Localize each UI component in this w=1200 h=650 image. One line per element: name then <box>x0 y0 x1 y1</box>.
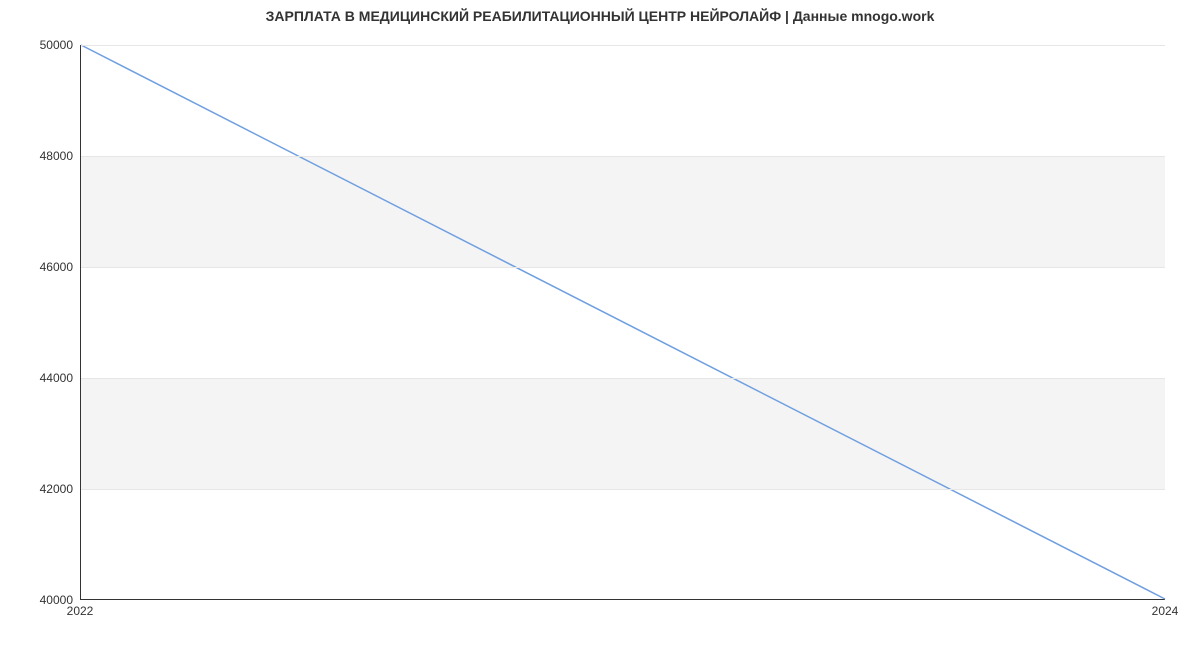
gridline <box>81 156 1165 157</box>
gridline <box>81 267 1165 268</box>
plot-area <box>80 45 1165 600</box>
x-tick-label: 2024 <box>1152 604 1179 618</box>
chart-title: ЗАРПЛАТА В МЕДИЦИНСКИЙ РЕАБИЛИТАЦИОННЫЙ … <box>0 8 1200 24</box>
y-tick-label: 44000 <box>23 371 73 385</box>
gridline <box>81 45 1165 46</box>
y-tick-label: 48000 <box>23 149 73 163</box>
y-tick-label: 40000 <box>23 593 73 607</box>
chart-container: ЗАРПЛАТА В МЕДИЦИНСКИЙ РЕАБИЛИТАЦИОННЫЙ … <box>0 0 1200 650</box>
gridline <box>81 378 1165 379</box>
x-tick-label: 2022 <box>67 604 94 618</box>
y-tick-label: 50000 <box>23 38 73 52</box>
y-tick-label: 42000 <box>23 482 73 496</box>
series-line <box>81 45 1165 599</box>
gridline <box>81 489 1165 490</box>
y-tick-label: 46000 <box>23 260 73 274</box>
line-series <box>81 45 1165 599</box>
